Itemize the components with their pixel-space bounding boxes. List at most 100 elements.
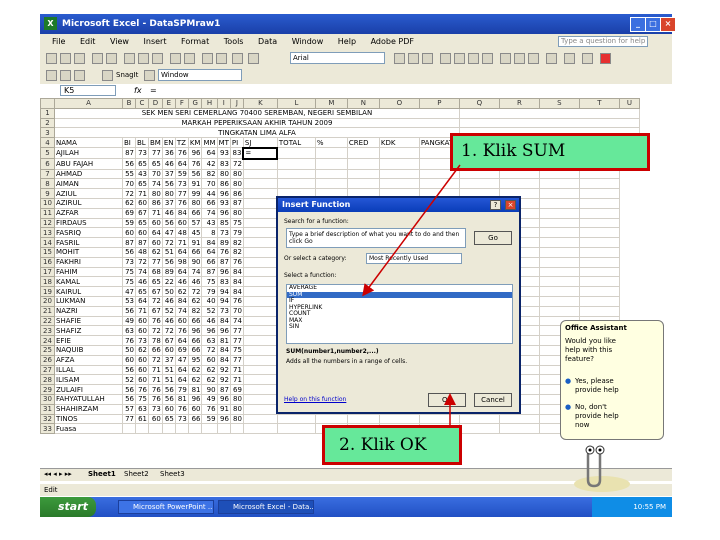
mark-cell[interactable]: 60 xyxy=(122,354,136,366)
mark-cell[interactable]: 62 xyxy=(187,374,203,386)
mark-cell[interactable]: 90 xyxy=(201,384,218,395)
mark-cell[interactable]: 47 xyxy=(161,227,176,239)
cell[interactable] xyxy=(578,295,620,307)
header-cell[interactable]: SJ xyxy=(242,137,278,149)
name-cell[interactable]: FAKHRI xyxy=(54,256,123,268)
mark-cell[interactable]: 85 xyxy=(216,217,231,229)
mark-cell[interactable]: 22 xyxy=(161,276,176,288)
mark-cell[interactable]: 77 xyxy=(148,256,163,268)
mark-cell[interactable]: 72 xyxy=(187,286,203,297)
cell[interactable] xyxy=(498,413,540,425)
header-cell[interactable]: TZ xyxy=(174,137,189,149)
mark-cell[interactable]: 80 xyxy=(229,393,244,405)
mark-cell[interactable]: 65 xyxy=(135,286,149,297)
mark-cell[interactable]: 64 xyxy=(174,335,189,346)
mark-cell[interactable]: 50 xyxy=(122,344,136,356)
mark-cell[interactable]: 8 xyxy=(201,227,218,239)
mark-cell[interactable] xyxy=(135,423,149,435)
save-icon[interactable] xyxy=(74,53,85,64)
mark-cell[interactable]: 93 xyxy=(216,147,231,160)
cell[interactable] xyxy=(458,413,500,425)
preview-icon[interactable] xyxy=(106,53,117,64)
column-header[interactable]: I xyxy=(216,98,231,109)
cell[interactable] xyxy=(346,147,380,160)
mark-cell[interactable]: 60 xyxy=(135,197,149,209)
mark-cell[interactable]: 71 xyxy=(135,188,149,199)
mark-cell[interactable]: 76 xyxy=(174,403,189,415)
mark-cell[interactable]: 84 xyxy=(229,276,244,288)
header-cell[interactable]: PI xyxy=(229,137,244,149)
print-icon[interactable] xyxy=(92,53,103,64)
header-cell[interactable]: TOTAL xyxy=(276,137,316,149)
mark-cell[interactable]: 65 xyxy=(135,217,149,229)
cell[interactable] xyxy=(378,158,420,170)
name-cell[interactable]: SHAFIZ xyxy=(54,325,123,337)
chart-icon[interactable] xyxy=(232,53,243,64)
cell[interactable] xyxy=(538,295,580,307)
cell[interactable] xyxy=(578,305,620,317)
function-list[interactable]: AVERAGE SUM IF HYPERLINK COUNT MAX SIN xyxy=(286,284,513,344)
sheet-title[interactable]: MARKAH PEPERIKSAAN AKHIR TAHUN 2009 xyxy=(54,117,460,129)
total-cell[interactable] xyxy=(242,403,278,415)
cell[interactable] xyxy=(578,197,620,209)
menu-edit[interactable]: Edit xyxy=(80,37,96,46)
mark-cell[interactable]: 72 xyxy=(122,188,136,199)
mark-cell[interactable]: 86 xyxy=(216,178,231,190)
mark-cell[interactable]: 81 xyxy=(174,393,189,405)
cell[interactable] xyxy=(538,266,580,278)
mark-cell[interactable]: 64 xyxy=(174,158,189,170)
tab-sheet1[interactable]: Sheet1 xyxy=(88,470,116,478)
mark-cell[interactable]: 76 xyxy=(135,384,149,395)
mark-cell[interactable]: 51 xyxy=(161,364,176,376)
header-cell[interactable]: BI xyxy=(122,137,136,149)
mark-cell[interactable]: 56 xyxy=(122,384,136,395)
mark-cell[interactable]: 74 xyxy=(135,266,149,278)
mark-cell[interactable]: 62 xyxy=(174,286,189,297)
row-header[interactable]: 23 xyxy=(40,325,55,337)
row-header[interactable]: 19 xyxy=(40,286,55,297)
cell[interactable] xyxy=(578,178,620,190)
window-combo[interactable]: Window xyxy=(158,69,242,81)
row-header[interactable]: 20 xyxy=(40,295,55,307)
open-icon[interactable] xyxy=(60,53,71,64)
indent-icon[interactable] xyxy=(546,53,557,64)
redo-icon[interactable] xyxy=(184,53,195,64)
mark-cell[interactable]: 76 xyxy=(174,197,189,209)
mark-cell[interactable]: 71 xyxy=(148,364,163,376)
row-header[interactable]: 4 xyxy=(40,137,55,149)
mark-cell[interactable]: 70 xyxy=(229,305,244,317)
mark-cell[interactable]: 73 xyxy=(135,335,149,346)
mark-cell[interactable]: 84 xyxy=(216,344,231,356)
mark-cell[interactable]: 48 xyxy=(135,246,149,258)
mark-cell[interactable]: 75 xyxy=(122,266,136,278)
name-cell[interactable]: FASRIQ xyxy=(54,227,123,239)
pdf-icon[interactable] xyxy=(46,70,57,81)
cell[interactable] xyxy=(346,158,380,170)
mark-cell[interactable]: 75 xyxy=(229,217,244,229)
mark-cell[interactable]: 46 xyxy=(135,276,149,288)
mark-cell[interactable]: 71 xyxy=(148,374,163,386)
mark-cell[interactable]: 96 xyxy=(216,207,231,219)
cell[interactable] xyxy=(276,168,316,180)
mark-cell[interactable] xyxy=(148,423,163,435)
name-cell[interactable]: MOHIT xyxy=(54,246,123,258)
cell[interactable] xyxy=(276,423,316,435)
menu-tools[interactable]: Tools xyxy=(224,37,244,46)
mark-cell[interactable]: 62 xyxy=(187,364,203,376)
mark-cell[interactable]: 62 xyxy=(201,374,218,386)
mark-cell[interactable]: 80 xyxy=(187,197,203,209)
row-header[interactable]: 2 xyxy=(40,117,55,129)
mark-cell[interactable]: 76 xyxy=(174,147,189,160)
mark-cell[interactable]: 96 xyxy=(201,325,218,337)
row-header[interactable]: 17 xyxy=(40,266,55,278)
mark-cell[interactable]: 91 xyxy=(216,403,231,415)
mark-cell[interactable]: 76 xyxy=(229,295,244,307)
mark-cell[interactable]: 86 xyxy=(229,188,244,199)
mark-cell[interactable]: 49 xyxy=(201,393,218,405)
mark-cell[interactable]: 77 xyxy=(174,188,189,199)
mark-cell[interactable]: 87 xyxy=(122,147,136,160)
close-button[interactable]: × xyxy=(660,17,676,32)
header-cell[interactable]: CRED xyxy=(346,137,380,149)
mark-cell[interactable]: 66 xyxy=(201,256,218,268)
assistant-yes[interactable]: Yes, please provide help xyxy=(575,377,635,395)
